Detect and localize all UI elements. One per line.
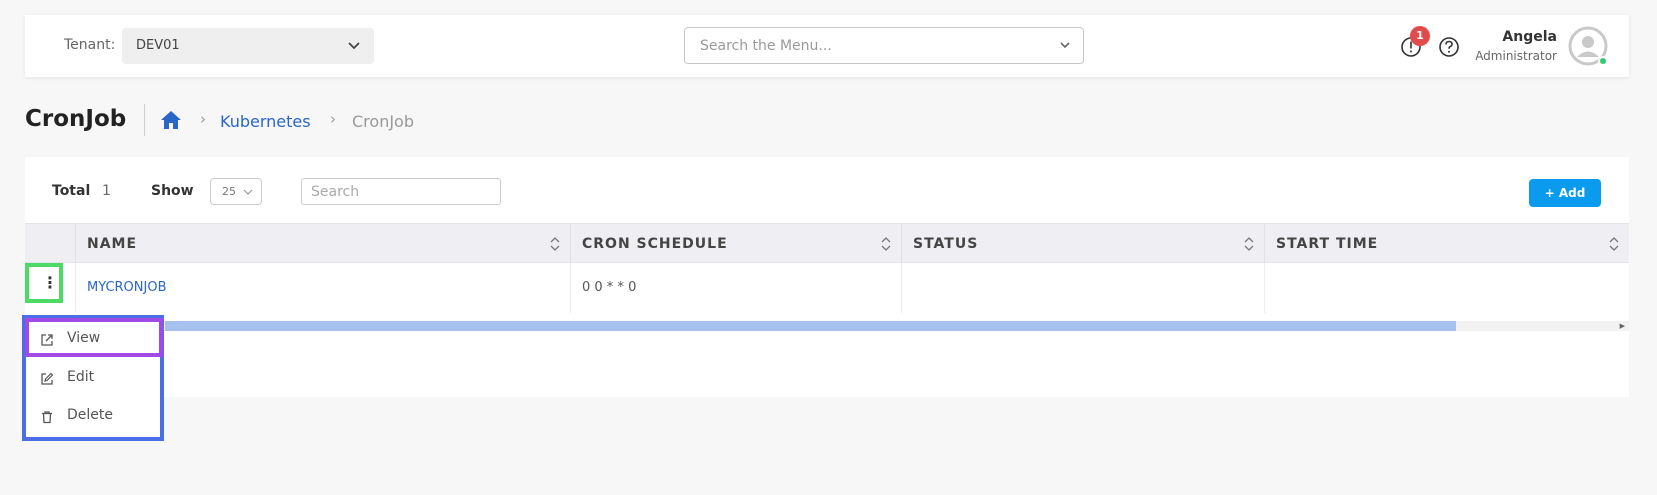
column-header-label: STATUS (913, 236, 979, 252)
menu-item-label: Delete (67, 407, 113, 423)
menu-item-label: View (67, 330, 101, 346)
table-header: NAME CRON SCHEDULE STATUS START TIME (25, 223, 1629, 264)
show-label: Show (151, 183, 194, 199)
cron-schedule-value: 0 0 * * 0 (582, 280, 637, 295)
alert-count-badge: 1 (1410, 26, 1430, 46)
tenant-label: Tenant: (64, 37, 116, 53)
breadcrumb-current: CronJob (352, 112, 414, 131)
column-header-label: START TIME (1276, 236, 1379, 252)
page-title: CronJob (25, 106, 127, 132)
add-button[interactable]: + Add (1529, 179, 1601, 207)
table-cell-name: MYCRONJOB (75, 263, 570, 313)
chevron-down-icon (1060, 42, 1070, 49)
home-icon[interactable] (160, 110, 182, 130)
menu-search-placeholder: Search the Menu... (700, 38, 832, 54)
table-search-placeholder: Search (311, 184, 360, 200)
page-size-value: 25 (222, 185, 236, 198)
scroll-right-arrow-icon[interactable]: ▶ (1620, 322, 1625, 330)
row-actions-button[interactable]: ⋮ (25, 263, 63, 303)
table-cell-status (901, 263, 1264, 313)
table-search-input[interactable]: Search (301, 178, 501, 205)
menu-search-input[interactable]: Search the Menu... (684, 27, 1084, 64)
column-header-label: CRON SCHEDULE (582, 236, 728, 252)
cronjob-name-link[interactable]: MYCRONJOB (87, 280, 167, 295)
breadcrumb-separator: › (330, 110, 336, 128)
column-header-cron-schedule[interactable]: CRON SCHEDULE (570, 224, 901, 264)
sort-icon[interactable] (550, 236, 560, 252)
total-label: Total (52, 183, 91, 199)
user-name[interactable]: Angela (1502, 29, 1557, 45)
row-actions-menu: View Edit Delete (22, 315, 164, 441)
table-cell-start-time (1264, 263, 1629, 313)
column-header-status[interactable]: STATUS (901, 224, 1264, 264)
top-bar: Tenant: DEV01 Search the Menu... 1 Angel… (25, 15, 1629, 77)
tenant-select[interactable]: DEV01 (122, 28, 374, 64)
table-cell-schedule: 0 0 * * 0 (570, 263, 901, 313)
edit-icon (41, 372, 54, 385)
sort-icon[interactable] (881, 236, 891, 252)
menu-item-label: Edit (67, 369, 95, 385)
title-divider (144, 104, 145, 136)
column-header-name[interactable]: NAME (75, 224, 570, 264)
chevron-down-icon (243, 189, 253, 195)
sort-icon[interactable] (1244, 236, 1254, 252)
column-header-label: NAME (87, 236, 138, 252)
chevron-down-icon (348, 42, 360, 50)
table-row: ⋮ MYCRONJOB 0 0 * * 0 (25, 263, 1629, 313)
external-link-icon (41, 334, 53, 346)
more-vertical-icon: ⋮ (42, 273, 58, 292)
horizontal-scrollbar[interactable]: ▶ (25, 321, 1629, 331)
column-header-start-time[interactable]: START TIME (1264, 224, 1629, 264)
breadcrumb-kubernetes[interactable]: Kubernetes (220, 112, 311, 131)
user-role: Administrator (1475, 49, 1557, 63)
trash-icon (42, 411, 52, 424)
online-status-dot (1598, 56, 1608, 66)
scrollbar-thumb[interactable] (165, 321, 1456, 331)
sort-icon[interactable] (1609, 236, 1619, 252)
help-icon[interactable] (1438, 36, 1460, 58)
tenant-value: DEV01 (136, 38, 180, 53)
total-value: 1 (102, 183, 111, 199)
cronjob-table-panel: Total 1 Show 25 Search + Add NAME CRON S… (25, 157, 1629, 397)
page-size-select[interactable]: 25 (210, 178, 262, 205)
breadcrumb-separator: › (200, 110, 206, 128)
